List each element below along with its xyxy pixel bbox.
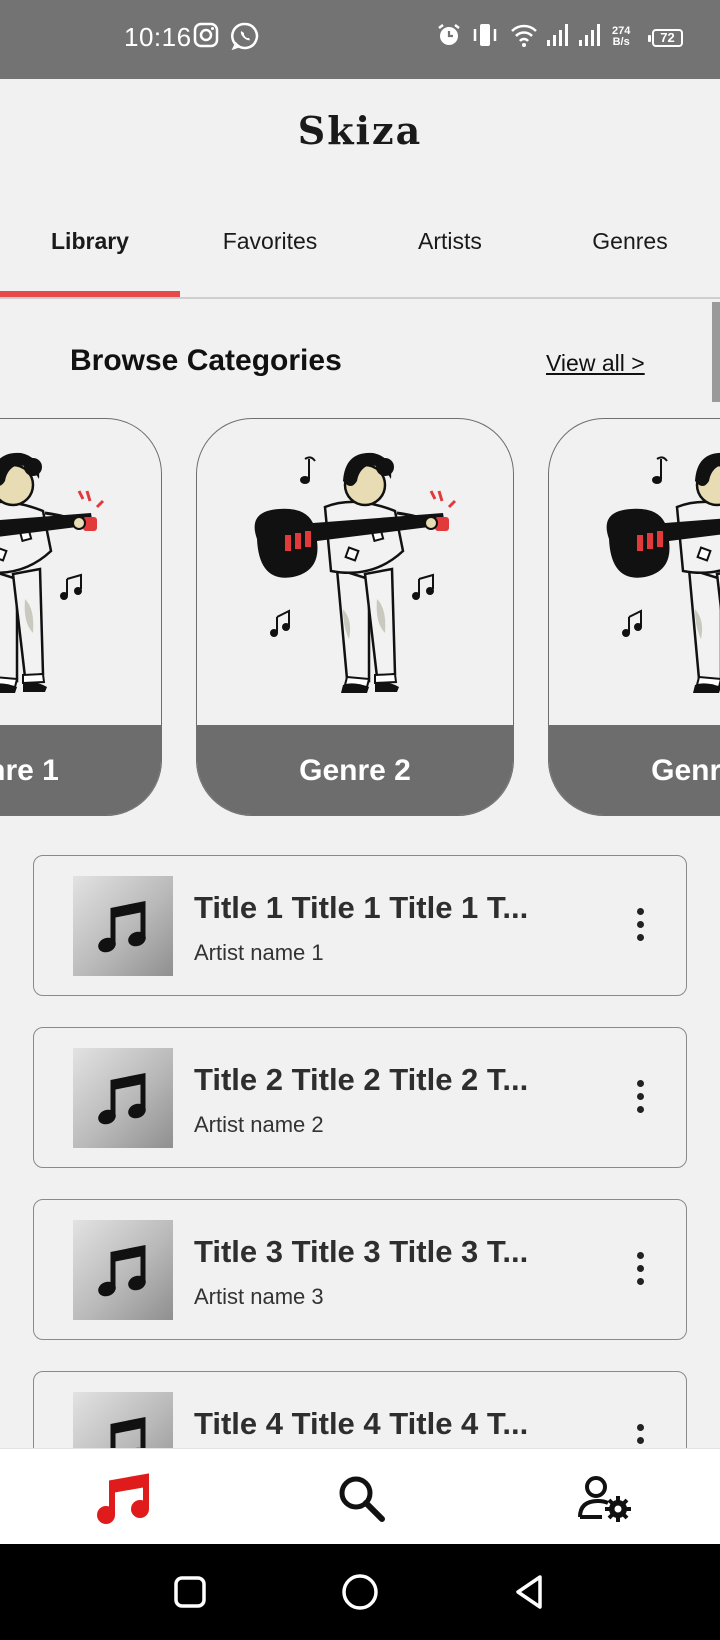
guitarist-illustration xyxy=(253,451,457,695)
music-note-icon xyxy=(95,898,151,954)
nav-library[interactable] xyxy=(0,1449,240,1545)
section-title: Browse Categories xyxy=(70,344,342,377)
album-art xyxy=(73,1048,173,1148)
battery-indicator: 72 xyxy=(648,29,683,47)
wifi-icon xyxy=(511,24,537,47)
status-time: 10:16 xyxy=(124,22,192,52)
recents-icon[interactable] xyxy=(170,1572,210,1612)
album-art xyxy=(73,1220,173,1320)
tab-bar: Library Favorites Artists Genres xyxy=(0,200,720,298)
tab-favorites[interactable]: Favorites xyxy=(180,200,360,298)
music-note-icon xyxy=(97,1473,149,1524)
divider xyxy=(0,297,720,299)
track-title: Title 3 Title 3 Title 3 T... xyxy=(194,1234,529,1269)
music-note-icon xyxy=(95,1070,151,1126)
track-item[interactable]: Title 3 Title 3 Title 3 T... Artist name… xyxy=(33,1199,687,1340)
track-item[interactable]: Title 1 Title 1 Title 1 T... Artist name… xyxy=(33,855,687,996)
back-icon[interactable] xyxy=(510,1572,550,1612)
more-options-icon[interactable] xyxy=(634,1080,646,1116)
vibrate-icon xyxy=(473,24,497,46)
track-artist: Artist name 2 xyxy=(194,1112,324,1137)
whatsapp-icon xyxy=(231,22,259,50)
track-title: Title 2 Title 2 Title 2 T... xyxy=(194,1062,529,1097)
track-title: Title 4 Title 4 Title 4 T... xyxy=(194,1406,529,1441)
status-bar: 10:16 274 B/s 72 xyxy=(0,0,720,79)
bottom-navigation xyxy=(0,1448,720,1545)
genre-card[interactable]: Genre 2 xyxy=(196,418,514,816)
search-icon xyxy=(339,1476,385,1522)
tab-library[interactable]: Library xyxy=(0,200,180,298)
tab-label: Genres xyxy=(592,228,668,254)
tab-label: Library xyxy=(51,228,129,254)
signal-1-icon xyxy=(547,24,568,46)
view-all-link[interactable]: View all > xyxy=(546,350,645,377)
genre-card[interactable]: Genre 1 xyxy=(0,418,162,816)
signal-2-icon xyxy=(579,24,600,46)
net-speed: 274 B/s xyxy=(612,25,631,48)
album-art xyxy=(73,876,173,976)
track-artist: Artist name 1 xyxy=(194,940,324,965)
genre-label: Genre 3 xyxy=(549,725,720,815)
home-icon[interactable] xyxy=(340,1572,380,1612)
tab-label: Artists xyxy=(418,228,482,254)
more-options-icon[interactable] xyxy=(634,908,646,944)
user-settings-icon xyxy=(578,1476,631,1522)
guitarist-illustration xyxy=(0,451,105,695)
guitarist-illustration xyxy=(605,451,720,695)
tab-label: Favorites xyxy=(222,228,318,254)
more-options-icon[interactable] xyxy=(634,1252,646,1288)
tab-artists[interactable]: Artists xyxy=(360,200,540,298)
nav-account[interactable] xyxy=(480,1449,720,1545)
instagram-icon xyxy=(193,22,219,48)
genre-label: Genre 2 xyxy=(197,725,513,815)
app-logo: Skiza xyxy=(297,108,423,153)
track-item[interactable]: Title 2 Title 2 Title 2 T... Artist name… xyxy=(33,1027,687,1168)
nav-search[interactable] xyxy=(240,1449,480,1545)
genre-label: Genre 1 xyxy=(0,725,161,815)
scrollbar[interactable] xyxy=(712,302,720,402)
track-title: Title 1 Title 1 Title 1 T... xyxy=(194,890,529,925)
alarm-icon xyxy=(438,24,460,45)
track-artist: Artist name 3 xyxy=(194,1284,324,1309)
tab-genres[interactable]: Genres xyxy=(540,200,720,298)
system-navigation-bar xyxy=(0,1544,720,1640)
genre-card[interactable]: Genre 3 xyxy=(548,418,720,816)
genre-carousel[interactable]: Genre 1 Genre 2 Genre 3 xyxy=(0,418,720,818)
music-note-icon xyxy=(95,1242,151,1298)
